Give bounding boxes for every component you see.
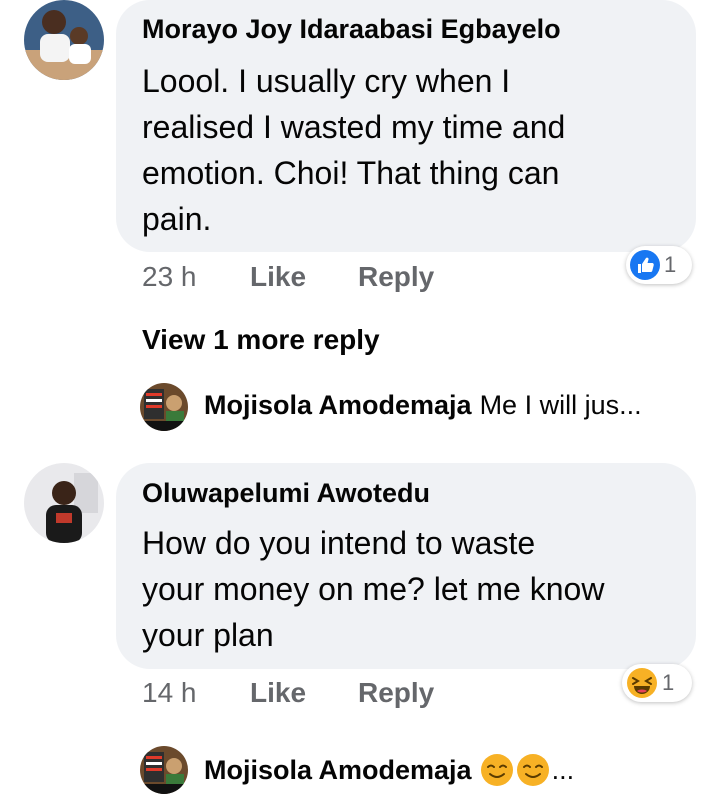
reaction-count: 1 (662, 670, 675, 695)
reply-button[interactable]: Reply (358, 261, 434, 293)
reply-author[interactable]: Mojisola Amodemaja (204, 755, 472, 786)
commenter-avatar[interactable] (24, 463, 104, 543)
reply-preview-text: ... (551, 754, 575, 785)
smiling-emoji-icon (480, 753, 514, 787)
comment-timestamp: 14 h (142, 677, 197, 708)
commenter-avatar[interactable] (24, 0, 104, 80)
comment-text-line: pain. (142, 201, 212, 237)
like-button[interactable]: Like (250, 261, 306, 293)
comment-text-line: your money on me? let me know (142, 571, 605, 607)
reply-avatar[interactable] (140, 746, 188, 794)
reply-author[interactable]: Mojisola Amodemaja (204, 390, 472, 421)
like-icon (630, 250, 660, 280)
view-more-replies-link[interactable]: View 1 more reply (142, 324, 380, 356)
reply-avatar[interactable] (140, 383, 188, 431)
reply-button[interactable]: Reply (358, 677, 434, 709)
reply-preview-text: Me I will jus... (479, 390, 642, 420)
reaction-count: 1 (664, 252, 677, 277)
comment-text-line: your plan (142, 617, 274, 653)
reaction-summary[interactable]: 1 (626, 246, 692, 284)
comment-text-line: How do you intend to waste (142, 525, 536, 561)
comment-author[interactable]: Oluwapelumi Awotedu (142, 478, 430, 509)
comment-text-line: emotion. Choi! That thing can (142, 155, 560, 191)
comment-timestamp: 23 h (142, 261, 197, 292)
reply-preview[interactable]: Mojisola Amodemaja Me I will jus... (204, 390, 642, 421)
laughing-emoji-icon (626, 667, 658, 699)
comment-text-line: realised I wasted my time and (142, 109, 566, 145)
reply-preview[interactable]: Mojisola Amodemaja ... (204, 753, 574, 787)
like-button[interactable]: Like (250, 677, 306, 709)
comment-author[interactable]: Morayo Joy Idaraabasi Egbayelo (142, 14, 561, 45)
smiling-emoji-icon (516, 753, 550, 787)
reaction-summary[interactable]: 1 (622, 664, 692, 702)
comment-text-line: Loool. I usually cry when I (142, 63, 511, 99)
